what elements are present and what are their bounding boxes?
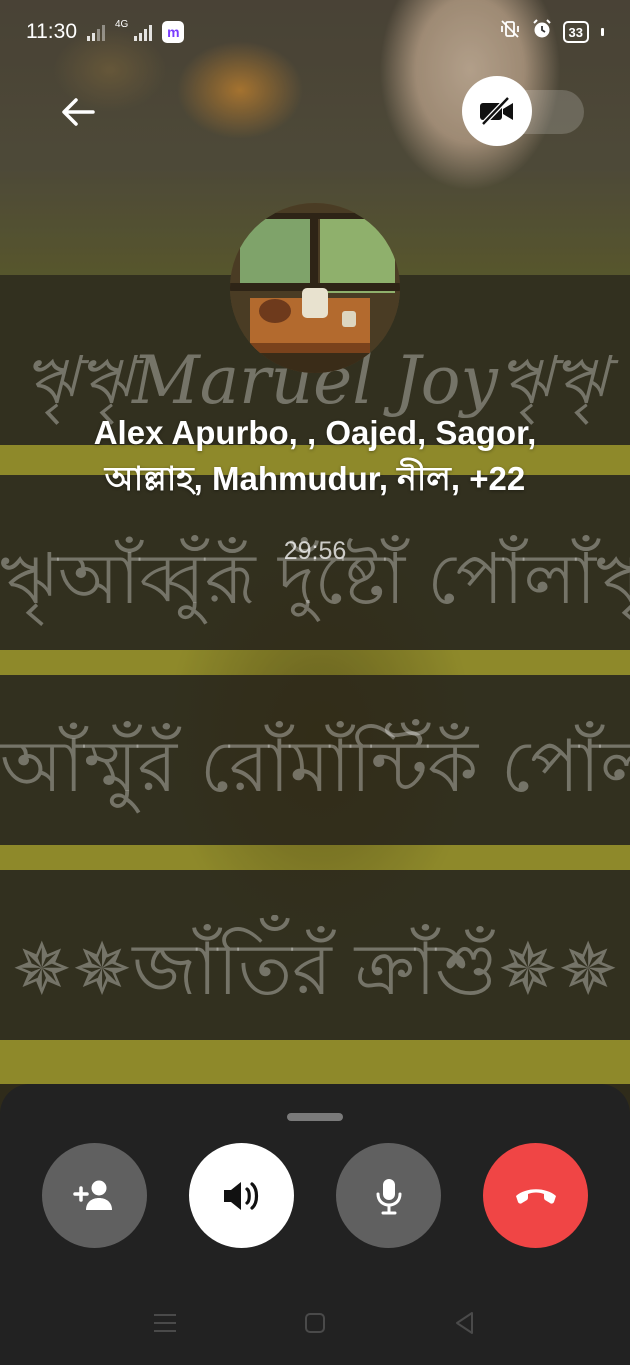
square-icon [305,1313,325,1333]
video-off-icon [480,96,513,126]
home-button[interactable] [300,1308,330,1338]
vibrate-icon [499,18,521,46]
nav-back-button[interactable] [450,1308,480,1338]
status-bar: 11:30 4G m 33 [0,0,630,64]
participant-names: Alex Apurbo, , Oajed, Sagor, আল্লাহ, Mahm… [93,414,537,497]
system-nav-bar [0,1290,630,1360]
alarm-icon [531,18,553,46]
speaker-button[interactable] [189,1143,294,1248]
network-type: 4G [115,19,129,30]
recents-button[interactable] [150,1308,180,1338]
watermark-line: ✵✵জাঁতিঁরঁ ক্রাঁশুঁ✵✵ [11,927,619,1011]
menu-icon [154,1314,176,1332]
back-button[interactable] [58,92,98,132]
hang-up-icon [515,1188,556,1204]
triangle-back-icon [456,1312,473,1334]
arrow-left-icon [62,98,95,126]
watermark-line: আঁম্মুঁরঁ রোঁমাঁন্টিঁকঁ পোঁলা [0,724,630,808]
call-duration: 29:56 [283,537,347,565]
sheet-handle[interactable] [287,1113,343,1121]
speaker-icon [223,1181,258,1210]
microphone-button[interactable] [336,1143,441,1248]
add-person-icon [72,1180,112,1210]
microphone-icon [376,1178,401,1214]
signal-4g-icon [134,23,153,41]
end-call-button[interactable] [483,1143,588,1248]
add-person-button[interactable] [42,1143,147,1248]
battery-icon: 33 [562,21,589,43]
messenger-icon: m [162,21,185,43]
status-time: 11:30 [26,20,77,43]
signal-icon [87,23,105,41]
group-avatar [230,203,400,373]
video-toggle-knob[interactable] [462,76,532,146]
